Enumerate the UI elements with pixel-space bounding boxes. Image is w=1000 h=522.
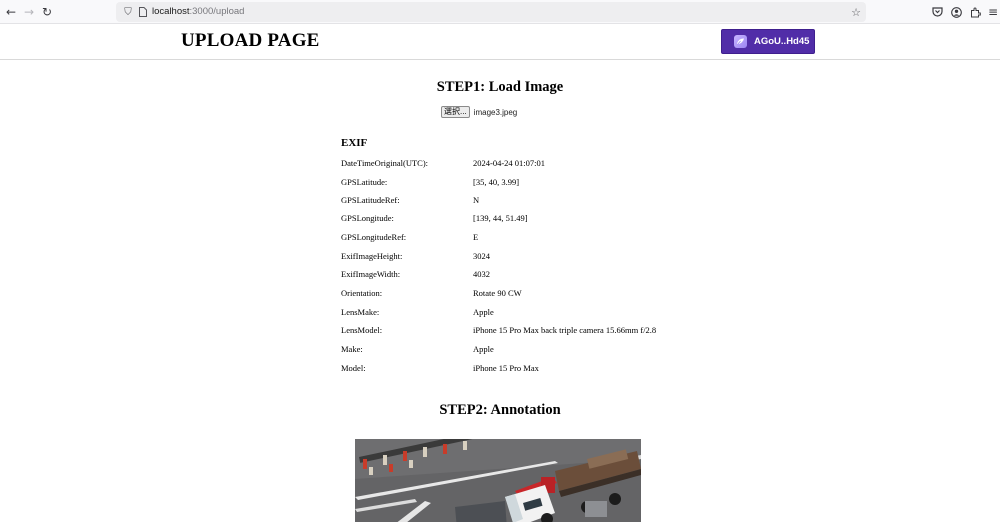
exif-key: Orientation:: [341, 288, 383, 298]
exif-value: 4032: [473, 269, 490, 279]
exif-key: Make:: [341, 344, 363, 354]
exif-row: Orientation: Rotate 90 CW: [341, 286, 741, 300]
exif-value: iPhone 15 Pro Max: [473, 363, 539, 373]
exif-key: DateTimeOriginal(UTC):: [341, 158, 429, 168]
exif-value: [35, 40, 3.99]: [473, 177, 520, 187]
exif-value: Rotate 90 CW: [473, 288, 522, 298]
exif-value: N: [473, 195, 480, 205]
step1-heading: STEP1: Load Image: [436, 79, 564, 95]
exif-key: GPSLatitude:: [341, 177, 388, 187]
exif-value: Apple: [473, 344, 494, 354]
annotation-image[interactable]: [355, 439, 641, 522]
menu-icon[interactable]: ≡: [984, 3, 1000, 21]
step2-heading: STEP2: Annotation: [439, 402, 561, 418]
url-text[interactable]: localhost:3000/upload: [152, 5, 244, 19]
back-icon[interactable]: ←: [2, 3, 20, 21]
exif-key: LensModel:: [341, 325, 383, 335]
reload-icon[interactable]: ↻: [38, 3, 56, 21]
exif-key: ExifImageWidth:: [341, 269, 401, 279]
exif-value: E: [473, 232, 479, 242]
exif-value: iPhone 15 Pro Max back triple camera 15.…: [473, 325, 657, 335]
selected-file-name: image3.jpeg: [473, 107, 518, 117]
bookmark-star-icon[interactable]: ☆: [850, 4, 862, 20]
exif-key: GPSLatitudeRef:: [341, 195, 400, 205]
exif-value: 3024: [473, 251, 490, 261]
page-icon: [138, 4, 148, 20]
exif-value: Apple: [473, 307, 494, 317]
exif-row: GPSLongitude: [139, 44, 51.49]: [341, 211, 741, 225]
exif-row: LensMake: Apple: [341, 305, 741, 319]
exif-key: GPSLongitude:: [341, 213, 394, 223]
exif-row: ExifImageHeight: 3024: [341, 249, 741, 263]
exif-value: 2024-04-24 01:07:01: [473, 158, 546, 168]
wallet-address-label: AGoU..Hd45: [754, 36, 810, 47]
exif-row: GPSLongitudeRef: E: [341, 230, 741, 244]
pocket-icon[interactable]: [928, 3, 946, 21]
exif-row: LensModel: iPhone 15 Pro Max back triple …: [341, 323, 741, 337]
address-bar[interactable]: ⛉ localhost:3000/upload ☆: [116, 2, 866, 22]
exif-row: GPSLatitude: [35, 40, 3.99]: [341, 175, 741, 189]
browser-toolbar: ← → ↻ ⛉ localhost:3000/upload ☆ ≡: [0, 0, 1000, 24]
exif-row: Make: Apple: [341, 342, 741, 356]
forward-icon[interactable]: →: [20, 3, 38, 21]
exif-key: ExifImageHeight:: [341, 251, 403, 261]
exif-heading: EXIF: [341, 137, 368, 149]
shield-icon[interactable]: ⛉: [122, 4, 134, 20]
exif-key: GPSLongitudeRef:: [341, 232, 407, 242]
exif-row: Model: iPhone 15 Pro Max: [341, 361, 741, 375]
exif-key: LensMake:: [341, 307, 380, 317]
exif-row: ExifImageWidth: 4032: [341, 267, 741, 281]
exif-row: GPSLatitudeRef: N: [341, 193, 741, 207]
wallet-connect-button[interactable]: AGoU..Hd45: [721, 29, 815, 54]
file-select-button[interactable]: 選択...: [441, 106, 470, 118]
account-icon[interactable]: [947, 3, 965, 21]
wallet-icon: [734, 35, 747, 48]
page-title: UPLOAD PAGE: [181, 30, 320, 51]
exif-value: [139, 44, 51.49]: [473, 213, 528, 223]
exif-row: DateTimeOriginal(UTC): 2024-04-24 01:07:0…: [341, 156, 741, 170]
app-header: UPLOAD PAGE AGoU..Hd45: [0, 25, 1000, 60]
extensions-icon[interactable]: [966, 3, 984, 21]
exif-key: Model:: [341, 363, 366, 373]
file-input[interactable]: 選択... image3.jpeg: [441, 106, 517, 118]
